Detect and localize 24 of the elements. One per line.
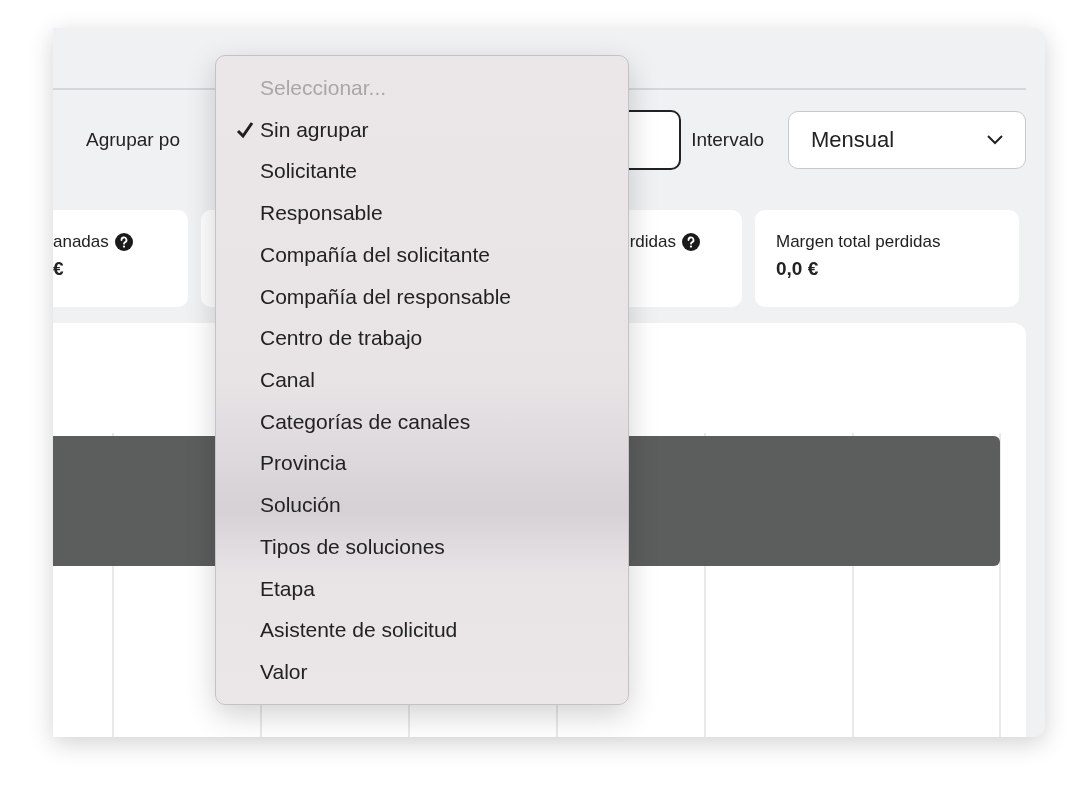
menu-item[interactable]: Valor <box>222 651 622 693</box>
menu-item[interactable]: Asistente de solicitud <box>222 609 622 652</box>
stat-label: rdidas <box>629 232 676 252</box>
menu-item[interactable]: Centro de trabajo <box>222 317 622 360</box>
menu-item[interactable]: Categorías de canales <box>222 400 622 443</box>
chevron-down-icon <box>987 135 1003 145</box>
menu-item[interactable]: Tipos de soluciones <box>222 526 622 568</box>
stat-label: Margen total perdidas <box>776 232 941 252</box>
stat-value: € <box>53 258 64 280</box>
interval-select[interactable]: Mensual <box>788 111 1026 169</box>
menu-prompt: Seleccionar... <box>259 74 388 101</box>
menu-item[interactable]: Responsable <box>222 192 622 234</box>
group-by-label: Agrupar po <box>86 129 180 151</box>
menu-item[interactable]: Compañía del solicitante <box>222 233 622 276</box>
interval-label: Intervalo <box>691 129 764 151</box>
menu-item[interactable]: Canal <box>222 359 622 401</box>
menu-item[interactable]: Solución <box>222 484 622 527</box>
stat-label: anadas <box>53 232 109 252</box>
menu-item[interactable]: Etapa <box>222 567 622 610</box>
stat-value: 0,0 € <box>776 258 819 280</box>
menu-item[interactable]: Compañía del responsable <box>222 275 622 318</box>
menu-item[interactable]: Solicitante <box>222 150 622 193</box>
menu-item[interactable]: Sin agrupar <box>222 108 622 151</box>
menu-item[interactable]: Provincia <box>222 442 622 485</box>
